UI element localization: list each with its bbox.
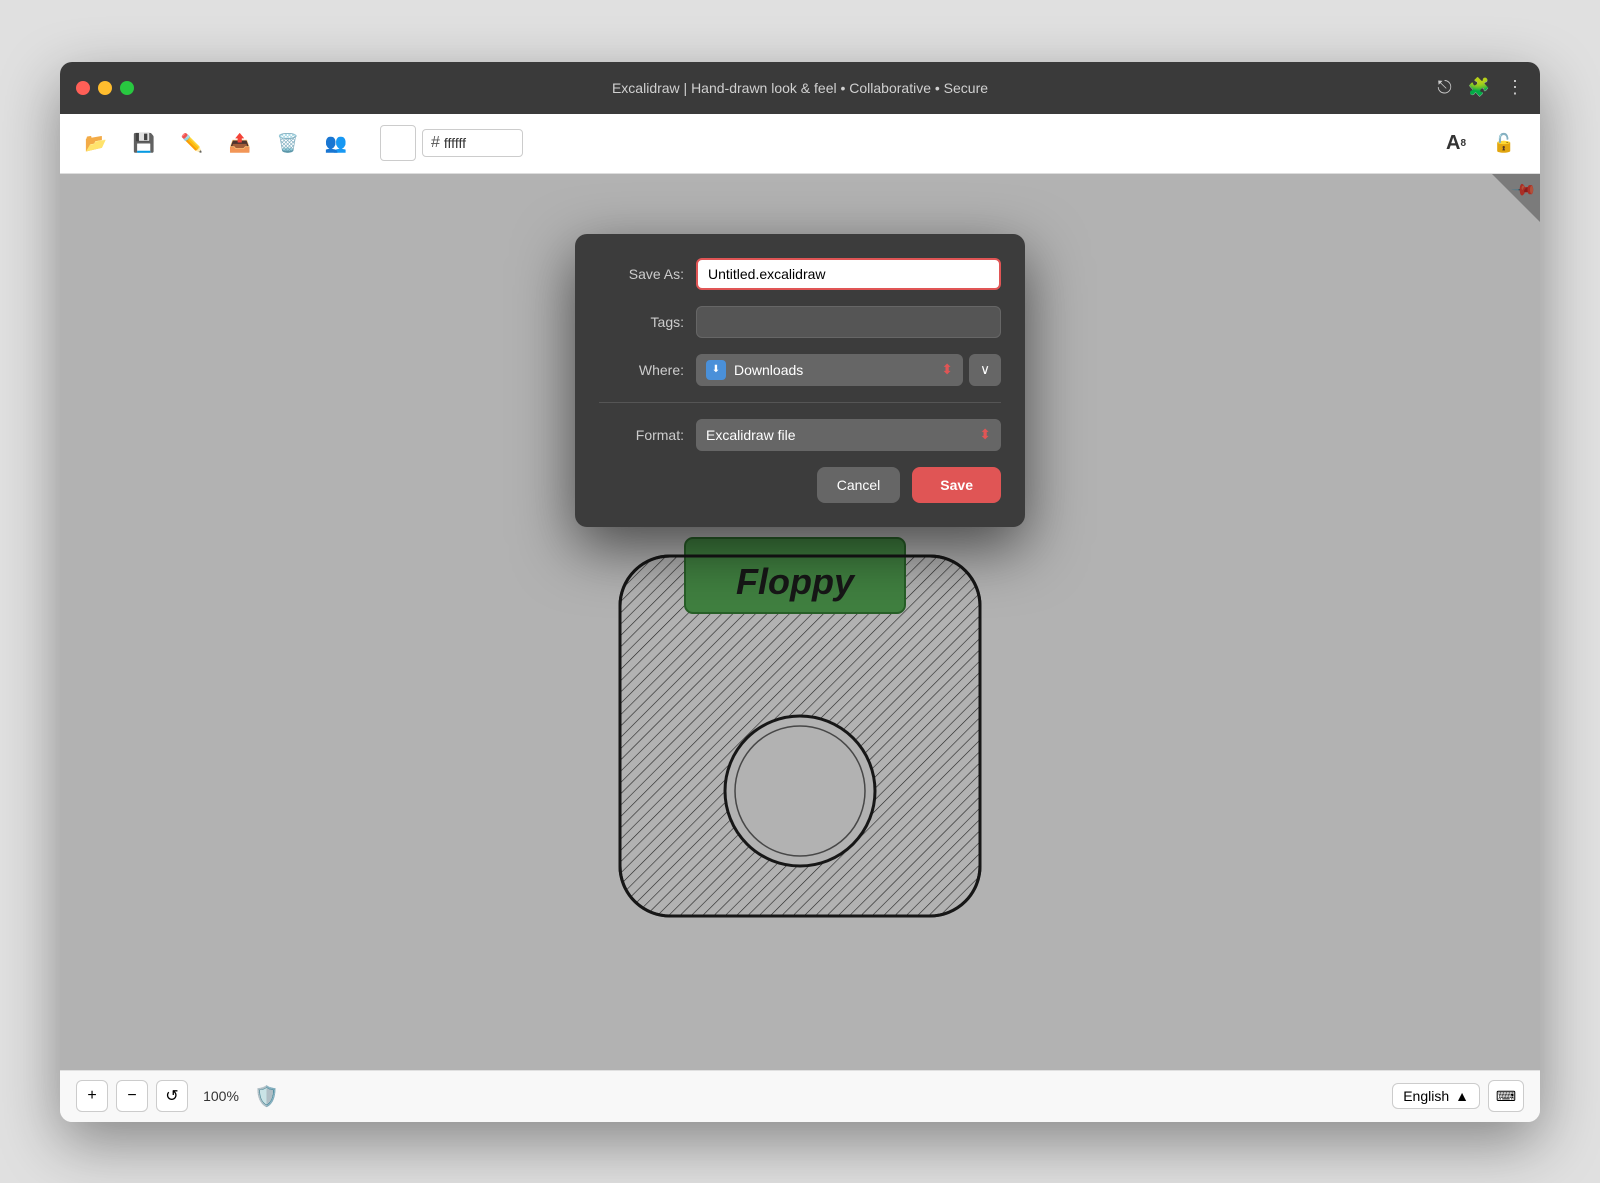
toolbar: 📂 💾 ✏️ 📤 🗑️ 👥 # A8 🔓 [60, 114, 1540, 174]
color-hex-input[interactable] [444, 135, 514, 151]
minimize-button[interactable] [98, 81, 112, 95]
open-folder-btn[interactable]: 📂 [76, 123, 116, 163]
tags-input[interactable] [696, 306, 1001, 338]
more-icon[interactable]: ⋮ [1506, 77, 1524, 98]
zoom-in-btn[interactable]: + [76, 1080, 108, 1112]
save-btn[interactable]: 💾 [124, 123, 164, 163]
downloads-icon: ⬇ [706, 360, 726, 380]
where-arrows-icon: ⬍ [941, 361, 953, 378]
close-button[interactable] [76, 81, 90, 95]
cancel-button[interactable]: Cancel [817, 467, 901, 503]
where-select[interactable]: ⬇ Downloads ⬍ [696, 354, 963, 386]
dialog-buttons: Cancel Save [599, 467, 1001, 503]
share-icon[interactable]: ⎋ [1437, 77, 1451, 98]
where-value: Downloads [734, 362, 803, 378]
app-window: Excalidraw | Hand-drawn look & feel • Co… [60, 62, 1540, 1122]
export-btn[interactable]: 📤 [220, 123, 260, 163]
window-title: Excalidraw | Hand-drawn look & feel • Co… [612, 80, 988, 96]
traffic-lights [76, 81, 134, 95]
format-select[interactable]: Excalidraw file ⬍ [696, 419, 1001, 451]
title-bar: Excalidraw | Hand-drawn look & feel • Co… [60, 62, 1540, 114]
reset-zoom-btn[interactable]: ↺ [156, 1080, 188, 1112]
language-selector[interactable]: English ▲ [1392, 1083, 1480, 1109]
color-input-box[interactable]: # [422, 129, 523, 157]
maximize-button[interactable] [120, 81, 134, 95]
canvas-area[interactable]: 📌 [60, 174, 1540, 1070]
bottom-bar: + − ↺ 100% 🛡️ English ▲ ⌨ [60, 1070, 1540, 1122]
save-as-label: Save As: [599, 266, 684, 282]
bottom-right: English ▲ ⌨ [1392, 1080, 1524, 1112]
delete-btn[interactable]: 🗑️ [268, 123, 308, 163]
color-swatch[interactable] [380, 125, 416, 161]
tags-label: Tags: [599, 314, 684, 330]
hash-label: # [431, 134, 440, 152]
where-label: Where: [599, 362, 684, 378]
format-arrows-icon: ⬍ [979, 426, 991, 443]
save-as-row: Save As: [599, 258, 1001, 290]
zoom-controls: + − ↺ 100% [76, 1080, 246, 1112]
keyboard-btn[interactable]: ⌨ [1488, 1080, 1524, 1112]
language-label: English [1403, 1088, 1449, 1104]
save-dialog: Save As: Tags: Where: ⬇ [575, 234, 1025, 527]
color-swatch-area: # [380, 125, 523, 161]
puzzle-icon[interactable]: 🧩 [1468, 77, 1490, 98]
save-as-input[interactable] [696, 258, 1001, 290]
tags-row: Tags: [599, 306, 1001, 338]
dialog-separator [599, 402, 1001, 403]
language-arrow-icon: ▲ [1455, 1088, 1469, 1104]
save-button[interactable]: Save [912, 467, 1001, 503]
where-row: Where: ⬇ Downloads ⬍ ∨ [599, 354, 1001, 386]
shield-icon: 🛡️ [254, 1084, 279, 1109]
edit-btn[interactable]: ✏️ [172, 123, 212, 163]
format-row: Format: Excalidraw file ⬍ [599, 419, 1001, 451]
collaborators-btn[interactable]: 👥 [316, 123, 356, 163]
title-bar-actions: ⎋ 🧩 ⋮ [1437, 77, 1524, 98]
where-expand-btn[interactable]: ∨ [969, 354, 1001, 386]
text-btn[interactable]: A8 [1436, 123, 1476, 163]
zoom-out-btn[interactable]: − [116, 1080, 148, 1112]
format-label: Format: [599, 427, 684, 443]
format-value: Excalidraw file [706, 427, 795, 443]
lock-btn[interactable]: 🔓 [1484, 123, 1524, 163]
modal-overlay: Save As: Tags: Where: ⬇ [60, 174, 1540, 1070]
zoom-level: 100% [196, 1088, 246, 1104]
where-container: ⬇ Downloads ⬍ ∨ [696, 354, 1001, 386]
